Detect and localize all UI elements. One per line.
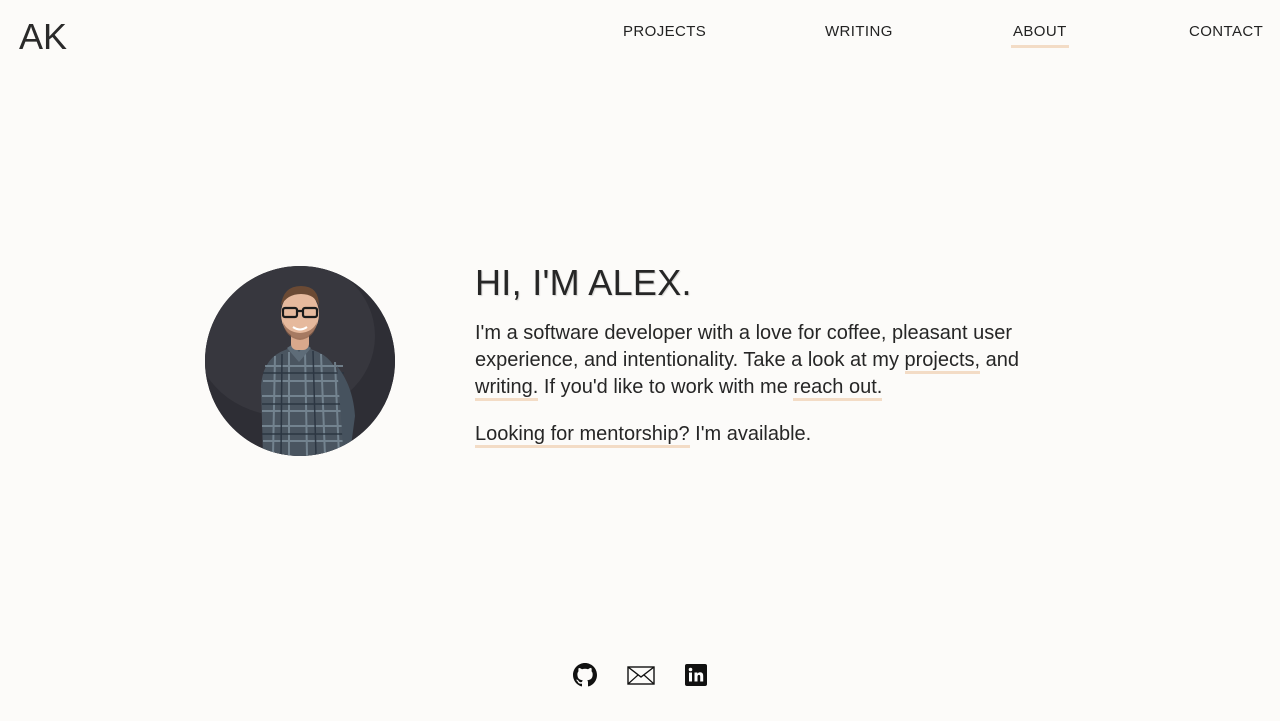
linkedin-link[interactable]: [684, 663, 708, 687]
site-logo[interactable]: AK: [19, 16, 67, 58]
github-link[interactable]: [573, 663, 597, 687]
page: AK PROJECTS WRITING ABOUT CONTACT HI, I'…: [0, 0, 1280, 721]
projects-link[interactable]: projects,: [904, 349, 981, 374]
nav-writing[interactable]: WRITING: [825, 23, 893, 45]
mentorship-link[interactable]: Looking for mentorship?: [475, 423, 690, 448]
writing-link[interactable]: writing.: [475, 376, 539, 401]
nav-about[interactable]: ABOUT: [1011, 23, 1069, 48]
reach-out-link[interactable]: reach out.: [793, 376, 883, 401]
mentorship-text: I'm available.: [689, 423, 812, 445]
linkedin-icon: [685, 664, 707, 686]
nav-projects[interactable]: PROJECTS: [623, 23, 706, 45]
github-icon: [573, 663, 597, 687]
email-link[interactable]: [627, 663, 655, 687]
profile-photo: [205, 266, 395, 456]
mentorship-paragraph: Looking for mentorship? I'm available.: [475, 421, 1055, 448]
intro-paragraph: I'm a software developer with a love for…: [475, 320, 1055, 401]
intro-text-3: If you'd like to work with me: [538, 376, 794, 398]
mail-icon: [627, 666, 655, 685]
page-title: HI, I'M ALEX.: [475, 262, 692, 303]
nav-contact[interactable]: CONTACT: [1189, 23, 1263, 45]
intro-text-2: and: [980, 349, 1020, 371]
